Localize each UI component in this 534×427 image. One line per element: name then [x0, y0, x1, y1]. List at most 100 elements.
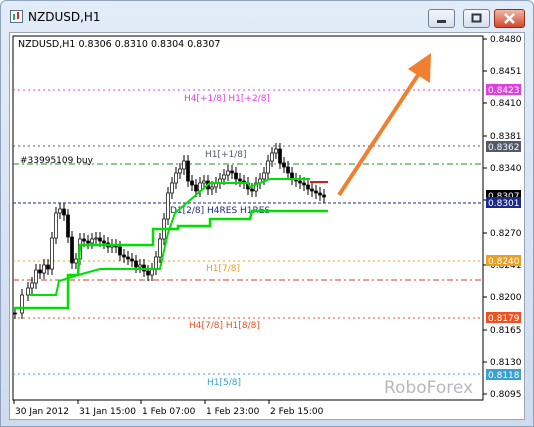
candle-body	[226, 170, 230, 176]
minimize-icon	[437, 20, 446, 23]
candle-body	[54, 212, 58, 239]
candle-body	[138, 264, 142, 268]
maximize-button[interactable]	[463, 9, 490, 28]
candle-body	[86, 240, 90, 244]
candle-body	[190, 180, 194, 186]
price-tick-label: 0.8130	[490, 358, 522, 368]
minimize-button[interactable]	[428, 9, 455, 28]
price-tick-label: 0.8451	[490, 67, 522, 77]
candle-body	[90, 238, 94, 244]
candle-body	[298, 180, 302, 184]
candle-body	[170, 182, 174, 194]
time-tick-label: 1 Feb 07:00	[142, 407, 196, 417]
candle-body	[274, 148, 278, 154]
candle-body	[314, 190, 318, 194]
price-tick-label: 0.8200	[490, 293, 522, 303]
candle-body	[174, 172, 178, 184]
candle-body	[66, 214, 70, 238]
candle-body	[38, 269, 42, 274]
close-icon	[504, 13, 515, 24]
candle-body	[230, 170, 234, 174]
candle-body	[130, 258, 134, 262]
candle-body	[102, 240, 106, 244]
candle-body	[270, 152, 274, 162]
title-bar[interactable]: NZDUSD,H1	[1, 1, 533, 32]
candle-body	[310, 188, 314, 192]
time-tick-label: 1 Feb 23:00	[206, 407, 260, 417]
candle-body	[282, 162, 286, 168]
time-axis[interactable]: 30 Jan 2012 31 Jan 15:00 1 Feb 07:00 1 Feb …	[13, 400, 324, 417]
price-chart[interactable]: NZDUSD,H1 0.8306 0.8310 0.8304 0.8307 H4…	[10, 33, 524, 419]
watermark: RoboForex	[384, 378, 473, 398]
chart-icon	[10, 10, 23, 23]
candle-body	[74, 258, 78, 264]
candle-body	[118, 246, 122, 256]
candle-body	[94, 237, 98, 240]
level-label: H1[5/8]	[207, 378, 241, 388]
window-title: NZDUSD,H1	[28, 10, 101, 24]
level-label: H1[7/8]	[206, 264, 240, 274]
candle-body	[182, 160, 186, 170]
candle-body	[42, 264, 46, 274]
price-tag-text: 0.8240	[488, 257, 520, 267]
candle-body	[50, 237, 54, 270]
candle-body	[58, 208, 62, 214]
candle-body	[286, 166, 290, 174]
candle-body	[238, 178, 242, 182]
candle-body	[34, 269, 38, 284]
price-tag-text: 0.8179	[488, 314, 520, 324]
chart-area[interactable]: NZDUSD,H1 0.8306 0.8310 0.8304 0.8307 H4…	[9, 32, 525, 420]
candle-body	[82, 238, 86, 242]
time-tick-label: 30 Jan 2012	[15, 407, 69, 417]
candle-body	[266, 160, 270, 174]
symbol-info: NZDUSD,H1 0.8306 0.8310 0.8304 0.8307	[18, 39, 220, 50]
candle-body	[20, 294, 24, 314]
candle-body	[166, 192, 170, 220]
candle-body	[322, 194, 326, 198]
candle-body	[126, 256, 130, 260]
level-label: H4[+1/8] H1[+2/8]	[184, 94, 270, 104]
price-tick-label: 0.8381	[490, 132, 522, 142]
price-tick-label: 0.8270	[490, 229, 522, 239]
candle-body	[46, 264, 50, 270]
price-tick-label: 0.8095	[490, 390, 522, 400]
candle-body	[318, 192, 322, 196]
candle-body	[262, 172, 266, 180]
candle-body	[134, 260, 138, 268]
candle-body	[154, 256, 158, 270]
maximize-icon	[471, 13, 482, 23]
price-tick-label: 0.8480	[490, 35, 522, 45]
candle-body	[250, 188, 254, 192]
price-tick-label: 0.8410	[490, 99, 522, 109]
candle-body	[306, 184, 310, 190]
price-tick-label: 0.8340	[490, 164, 522, 174]
time-tick-label: 2 Feb 15:00	[270, 407, 324, 417]
candle-body	[178, 168, 182, 174]
candle-body	[222, 174, 226, 180]
price-tag-text: 0.8301	[488, 199, 520, 209]
candle-body	[62, 208, 66, 216]
price-tag-text: 0.8118	[488, 371, 520, 381]
price-tag-text: 0.8423	[488, 86, 520, 96]
price-tag-text: 0.8362	[488, 143, 520, 153]
candle-body	[234, 172, 238, 180]
candle-body	[30, 282, 34, 289]
price-tick-label: 0.8165	[490, 326, 522, 336]
candle-body	[158, 238, 162, 258]
candle-body	[122, 254, 126, 258]
close-button[interactable]	[494, 9, 525, 28]
candle-body	[70, 236, 74, 264]
level-label: H1[+1/8]	[205, 150, 247, 160]
candle-body	[202, 180, 206, 184]
chart-window: NZDUSD,H1 NZDUSD,H1 0.8306 0.8310 0.8304…	[0, 0, 534, 427]
time-tick-label: 31 Jan 15:00	[79, 407, 136, 417]
candle-body	[186, 160, 190, 182]
candle-body	[302, 182, 306, 186]
candle-body	[98, 237, 102, 242]
order-label: #33995109 buy	[20, 156, 94, 166]
candle-body	[210, 186, 214, 190]
candle-body	[13, 312, 17, 315]
level-label: H4[7/8] H1[8/8]	[189, 321, 260, 331]
candle-body	[278, 148, 282, 164]
candle-body	[146, 270, 150, 276]
